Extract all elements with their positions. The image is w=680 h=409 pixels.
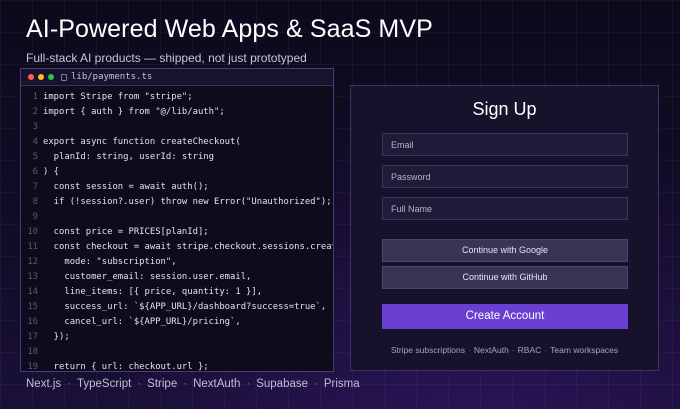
feature-item: Stripe subscriptions [390, 345, 465, 355]
line-number: 9 [32, 212, 38, 222]
editor-filename: lib/payments.ts [71, 72, 153, 82]
line-code: planId: string, userId: string [43, 152, 214, 162]
signup-card: Sign Up Continue with Google Continue wi… [350, 85, 659, 371]
tech-separator: · [246, 378, 251, 390]
code-line: 9 [21, 210, 333, 225]
continue-with-google-button[interactable]: Continue with Google [382, 239, 628, 262]
hero-title: AI-Powered Web Apps & SaaS MVP [26, 15, 433, 43]
line-code: mode: "subscription", [43, 257, 177, 267]
line-number: 16 [27, 317, 38, 327]
feature-separator: · [544, 345, 548, 355]
editor-titlebar: lib/payments.ts [21, 69, 333, 86]
feature-item: Team workspaces [550, 345, 619, 355]
code-editor-window: lib/payments.ts 1 import Stripe from "str… [20, 68, 334, 372]
line-code: ) { [43, 167, 60, 177]
tech-item: Stripe [147, 378, 178, 390]
line-number: 5 [32, 152, 38, 162]
tech-stack: Next.js · TypeScript · Stripe · NextAuth · Supab… [26, 378, 360, 390]
tech-item: Supabase [256, 378, 309, 390]
tech-item: NextAuth [193, 378, 241, 390]
code-line: 12 mode: "subscription", [21, 255, 333, 270]
line-number: 12 [27, 257, 38, 267]
line-code: import Stripe from "stripe"; [43, 92, 193, 102]
code-line: 19 return { url: checkout.url }; [21, 360, 333, 372]
signup-title: Sign Up [472, 99, 537, 119]
code-body: 1 import Stripe from "stripe"; 2 import { … [21, 86, 333, 372]
line-code: const price = PRICES[planId]; [43, 227, 209, 237]
line-number: 3 [32, 122, 38, 132]
line-number: 8 [32, 197, 38, 207]
hero-subtitle: Full-stack AI products — shipped, not ju… [26, 51, 307, 65]
line-number: 10 [27, 227, 38, 237]
code-line: 4 export async function createCheckout( [21, 135, 333, 150]
tech-item: Prisma [323, 378, 360, 390]
line-code: export async function createCheckout( [43, 137, 241, 147]
line-number: 17 [27, 332, 38, 342]
line-number: 4 [32, 137, 38, 147]
full-name-field[interactable] [382, 197, 628, 220]
line-code: const checkout = await stripe.checkout.s… [43, 242, 333, 252]
line-code: customer_email: session.user.email, [43, 272, 252, 282]
code-line: 11 const checkout = await stripe.checkou… [21, 240, 333, 255]
minimize-window-dot [38, 74, 44, 80]
create-account-button[interactable]: Create Account [382, 304, 628, 329]
feature-item: NextAuth [473, 345, 509, 355]
code-line: 8 if (!session?.user) throw new Error("U… [21, 195, 333, 210]
line-code: line_items: [{ price, quantity: 1 }], [43, 287, 263, 297]
code-line: 14 line_items: [{ price, quantity: 1 }], [21, 285, 333, 300]
tech-item: TypeScript [77, 378, 132, 390]
code-line: 5 planId: string, userId: string [21, 150, 333, 165]
line-number: 14 [27, 287, 38, 297]
tech-separator: · [67, 378, 71, 390]
email-field[interactable] [382, 133, 628, 156]
tech-separator: · [183, 378, 188, 390]
line-code: return { url: checkout.url }; [43, 362, 209, 372]
line-code: const session = await auth(); [43, 182, 209, 192]
line-code: import { auth } from "@/lib/auth"; [43, 107, 225, 117]
tech-separator: · [314, 378, 318, 390]
tech-item: Next.js [26, 378, 62, 390]
feature-list: Stripe subscriptions · NextAuth · RBAC · Team … [351, 345, 658, 355]
line-number: 2 [32, 107, 38, 117]
code-line: 6 ) { [21, 165, 333, 180]
line-number: 15 [27, 302, 38, 312]
line-code: cancel_url: `${APP_URL}/pricing`, [43, 317, 241, 327]
line-number: 1 [32, 92, 38, 102]
code-line: 7 const session = await auth(); [21, 180, 333, 195]
code-line: 10 const price = PRICES[planId]; [21, 225, 333, 240]
line-number: 6 [32, 167, 38, 177]
code-line: 18 [21, 345, 333, 360]
code-line: 3 [21, 120, 333, 135]
line-code: }); [43, 332, 70, 342]
line-code: success_url: `${APP_URL}/dashboard?succe… [43, 302, 327, 312]
line-number: 7 [32, 182, 38, 192]
code-line: 16 cancel_url: `${APP_URL}/pricing`, [21, 315, 333, 330]
line-number: 13 [27, 272, 38, 282]
close-window-dot [28, 74, 34, 80]
code-line: 2 import { auth } from "@/lib/auth"; [21, 105, 333, 120]
tech-separator: · [137, 378, 142, 390]
feature-item: RBAC [517, 345, 542, 355]
code-line: 17 }); [21, 330, 333, 345]
feature-separator: · [511, 345, 515, 355]
code-line: 13 customer_email: session.user.email, [21, 270, 333, 285]
line-number: 18 [27, 347, 38, 357]
password-field[interactable] [382, 165, 628, 188]
feature-separator: · [468, 345, 471, 355]
code-line: 15 success_url: `${APP_URL}/dashboard?su… [21, 300, 333, 315]
maximize-window-dot [48, 74, 54, 80]
line-number: 19 [27, 362, 38, 372]
file-icon [61, 73, 67, 81]
continue-with-github-button[interactable]: Continue with GitHub [382, 266, 628, 289]
line-code: if (!session?.user) throw new Error("Una… [43, 197, 332, 207]
code-line: 1 import Stripe from "stripe"; [21, 90, 333, 105]
line-number: 11 [27, 242, 38, 252]
